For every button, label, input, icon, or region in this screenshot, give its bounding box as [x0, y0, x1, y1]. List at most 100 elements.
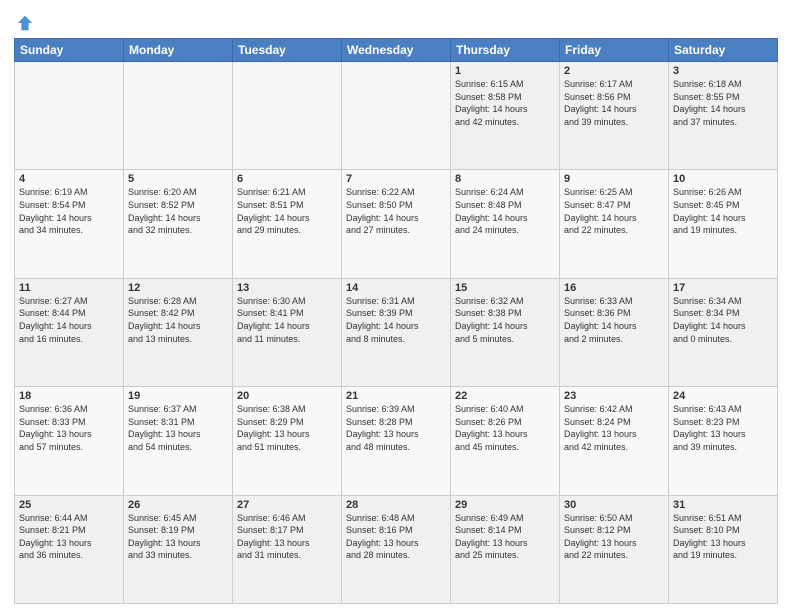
day-detail: Sunrise: 6:49 AM Sunset: 8:14 PM Dayligh…: [455, 512, 555, 562]
calendar-cell: [233, 62, 342, 170]
day-number: 14: [346, 282, 446, 294]
day-number: 31: [673, 499, 773, 511]
day-detail: Sunrise: 6:34 AM Sunset: 8:34 PM Dayligh…: [673, 295, 773, 345]
day-number: 11: [19, 282, 119, 294]
day-detail: Sunrise: 6:30 AM Sunset: 8:41 PM Dayligh…: [237, 295, 337, 345]
day-number: 8: [455, 173, 555, 185]
calendar-cell: 30Sunrise: 6:50 AM Sunset: 8:12 PM Dayli…: [560, 495, 669, 603]
day-number: 27: [237, 499, 337, 511]
day-detail: Sunrise: 6:48 AM Sunset: 8:16 PM Dayligh…: [346, 512, 446, 562]
day-detail: Sunrise: 6:19 AM Sunset: 8:54 PM Dayligh…: [19, 186, 119, 236]
calendar-cell: 27Sunrise: 6:46 AM Sunset: 8:17 PM Dayli…: [233, 495, 342, 603]
day-number: 25: [19, 499, 119, 511]
day-number: 28: [346, 499, 446, 511]
weekday-header-tuesday: Tuesday: [233, 39, 342, 62]
calendar-cell: 14Sunrise: 6:31 AM Sunset: 8:39 PM Dayli…: [342, 278, 451, 386]
day-number: 13: [237, 282, 337, 294]
weekday-header-sunday: Sunday: [15, 39, 124, 62]
day-detail: Sunrise: 6:31 AM Sunset: 8:39 PM Dayligh…: [346, 295, 446, 345]
weekday-header-saturday: Saturday: [669, 39, 778, 62]
day-number: 18: [19, 390, 119, 402]
week-row-2: 4Sunrise: 6:19 AM Sunset: 8:54 PM Daylig…: [15, 170, 778, 278]
weekday-header-wednesday: Wednesday: [342, 39, 451, 62]
day-detail: Sunrise: 6:46 AM Sunset: 8:17 PM Dayligh…: [237, 512, 337, 562]
day-detail: Sunrise: 6:36 AM Sunset: 8:33 PM Dayligh…: [19, 403, 119, 453]
day-detail: Sunrise: 6:27 AM Sunset: 8:44 PM Dayligh…: [19, 295, 119, 345]
day-detail: Sunrise: 6:21 AM Sunset: 8:51 PM Dayligh…: [237, 186, 337, 236]
week-row-5: 25Sunrise: 6:44 AM Sunset: 8:21 PM Dayli…: [15, 495, 778, 603]
weekday-header-friday: Friday: [560, 39, 669, 62]
calendar-cell: 15Sunrise: 6:32 AM Sunset: 8:38 PM Dayli…: [451, 278, 560, 386]
day-number: 16: [564, 282, 664, 294]
day-detail: Sunrise: 6:39 AM Sunset: 8:28 PM Dayligh…: [346, 403, 446, 453]
day-detail: Sunrise: 6:17 AM Sunset: 8:56 PM Dayligh…: [564, 78, 664, 128]
day-number: 2: [564, 65, 664, 77]
day-detail: Sunrise: 6:40 AM Sunset: 8:26 PM Dayligh…: [455, 403, 555, 453]
day-number: 17: [673, 282, 773, 294]
day-number: 15: [455, 282, 555, 294]
logo-icon: [16, 14, 34, 32]
day-number: 4: [19, 173, 119, 185]
day-number: 12: [128, 282, 228, 294]
calendar-cell: 9Sunrise: 6:25 AM Sunset: 8:47 PM Daylig…: [560, 170, 669, 278]
day-number: 10: [673, 173, 773, 185]
day-detail: Sunrise: 6:18 AM Sunset: 8:55 PM Dayligh…: [673, 78, 773, 128]
calendar-cell: 24Sunrise: 6:43 AM Sunset: 8:23 PM Dayli…: [669, 387, 778, 495]
day-detail: Sunrise: 6:37 AM Sunset: 8:31 PM Dayligh…: [128, 403, 228, 453]
week-row-1: 1Sunrise: 6:15 AM Sunset: 8:58 PM Daylig…: [15, 62, 778, 170]
day-number: 29: [455, 499, 555, 511]
calendar-cell: 11Sunrise: 6:27 AM Sunset: 8:44 PM Dayli…: [15, 278, 124, 386]
weekday-header-row: SundayMondayTuesdayWednesdayThursdayFrid…: [15, 39, 778, 62]
day-number: 30: [564, 499, 664, 511]
day-detail: Sunrise: 6:28 AM Sunset: 8:42 PM Dayligh…: [128, 295, 228, 345]
page: SundayMondayTuesdayWednesdayThursdayFrid…: [0, 0, 792, 612]
day-detail: Sunrise: 6:51 AM Sunset: 8:10 PM Dayligh…: [673, 512, 773, 562]
day-number: 22: [455, 390, 555, 402]
calendar-cell: 16Sunrise: 6:33 AM Sunset: 8:36 PM Dayli…: [560, 278, 669, 386]
calendar-cell: 20Sunrise: 6:38 AM Sunset: 8:29 PM Dayli…: [233, 387, 342, 495]
calendar-cell: 21Sunrise: 6:39 AM Sunset: 8:28 PM Dayli…: [342, 387, 451, 495]
calendar-cell: 12Sunrise: 6:28 AM Sunset: 8:42 PM Dayli…: [124, 278, 233, 386]
day-number: 9: [564, 173, 664, 185]
calendar-cell: [342, 62, 451, 170]
day-detail: Sunrise: 6:44 AM Sunset: 8:21 PM Dayligh…: [19, 512, 119, 562]
day-detail: Sunrise: 6:42 AM Sunset: 8:24 PM Dayligh…: [564, 403, 664, 453]
day-detail: Sunrise: 6:22 AM Sunset: 8:50 PM Dayligh…: [346, 186, 446, 236]
calendar-cell: 1Sunrise: 6:15 AM Sunset: 8:58 PM Daylig…: [451, 62, 560, 170]
day-number: 24: [673, 390, 773, 402]
calendar-cell: 13Sunrise: 6:30 AM Sunset: 8:41 PM Dayli…: [233, 278, 342, 386]
calendar-cell: 8Sunrise: 6:24 AM Sunset: 8:48 PM Daylig…: [451, 170, 560, 278]
calendar-cell: 17Sunrise: 6:34 AM Sunset: 8:34 PM Dayli…: [669, 278, 778, 386]
day-detail: Sunrise: 6:24 AM Sunset: 8:48 PM Dayligh…: [455, 186, 555, 236]
calendar-cell: 6Sunrise: 6:21 AM Sunset: 8:51 PM Daylig…: [233, 170, 342, 278]
day-number: 23: [564, 390, 664, 402]
calendar-cell: 29Sunrise: 6:49 AM Sunset: 8:14 PM Dayli…: [451, 495, 560, 603]
day-number: 5: [128, 173, 228, 185]
calendar-cell: 3Sunrise: 6:18 AM Sunset: 8:55 PM Daylig…: [669, 62, 778, 170]
calendar-cell: 18Sunrise: 6:36 AM Sunset: 8:33 PM Dayli…: [15, 387, 124, 495]
calendar-cell: 31Sunrise: 6:51 AM Sunset: 8:10 PM Dayli…: [669, 495, 778, 603]
day-detail: Sunrise: 6:33 AM Sunset: 8:36 PM Dayligh…: [564, 295, 664, 345]
day-detail: Sunrise: 6:26 AM Sunset: 8:45 PM Dayligh…: [673, 186, 773, 236]
calendar-cell: [124, 62, 233, 170]
calendar-cell: 26Sunrise: 6:45 AM Sunset: 8:19 PM Dayli…: [124, 495, 233, 603]
day-detail: Sunrise: 6:25 AM Sunset: 8:47 PM Dayligh…: [564, 186, 664, 236]
calendar-cell: 25Sunrise: 6:44 AM Sunset: 8:21 PM Dayli…: [15, 495, 124, 603]
calendar-cell: 2Sunrise: 6:17 AM Sunset: 8:56 PM Daylig…: [560, 62, 669, 170]
day-detail: Sunrise: 6:20 AM Sunset: 8:52 PM Dayligh…: [128, 186, 228, 236]
day-detail: Sunrise: 6:45 AM Sunset: 8:19 PM Dayligh…: [128, 512, 228, 562]
day-number: 3: [673, 65, 773, 77]
day-number: 26: [128, 499, 228, 511]
calendar-cell: [15, 62, 124, 170]
day-detail: Sunrise: 6:32 AM Sunset: 8:38 PM Dayligh…: [455, 295, 555, 345]
week-row-3: 11Sunrise: 6:27 AM Sunset: 8:44 PM Dayli…: [15, 278, 778, 386]
week-row-4: 18Sunrise: 6:36 AM Sunset: 8:33 PM Dayli…: [15, 387, 778, 495]
day-number: 19: [128, 390, 228, 402]
weekday-header-thursday: Thursday: [451, 39, 560, 62]
day-number: 1: [455, 65, 555, 77]
calendar-cell: 10Sunrise: 6:26 AM Sunset: 8:45 PM Dayli…: [669, 170, 778, 278]
calendar-cell: 23Sunrise: 6:42 AM Sunset: 8:24 PM Dayli…: [560, 387, 669, 495]
calendar-cell: 28Sunrise: 6:48 AM Sunset: 8:16 PM Dayli…: [342, 495, 451, 603]
calendar-cell: 4Sunrise: 6:19 AM Sunset: 8:54 PM Daylig…: [15, 170, 124, 278]
header: [14, 10, 778, 32]
